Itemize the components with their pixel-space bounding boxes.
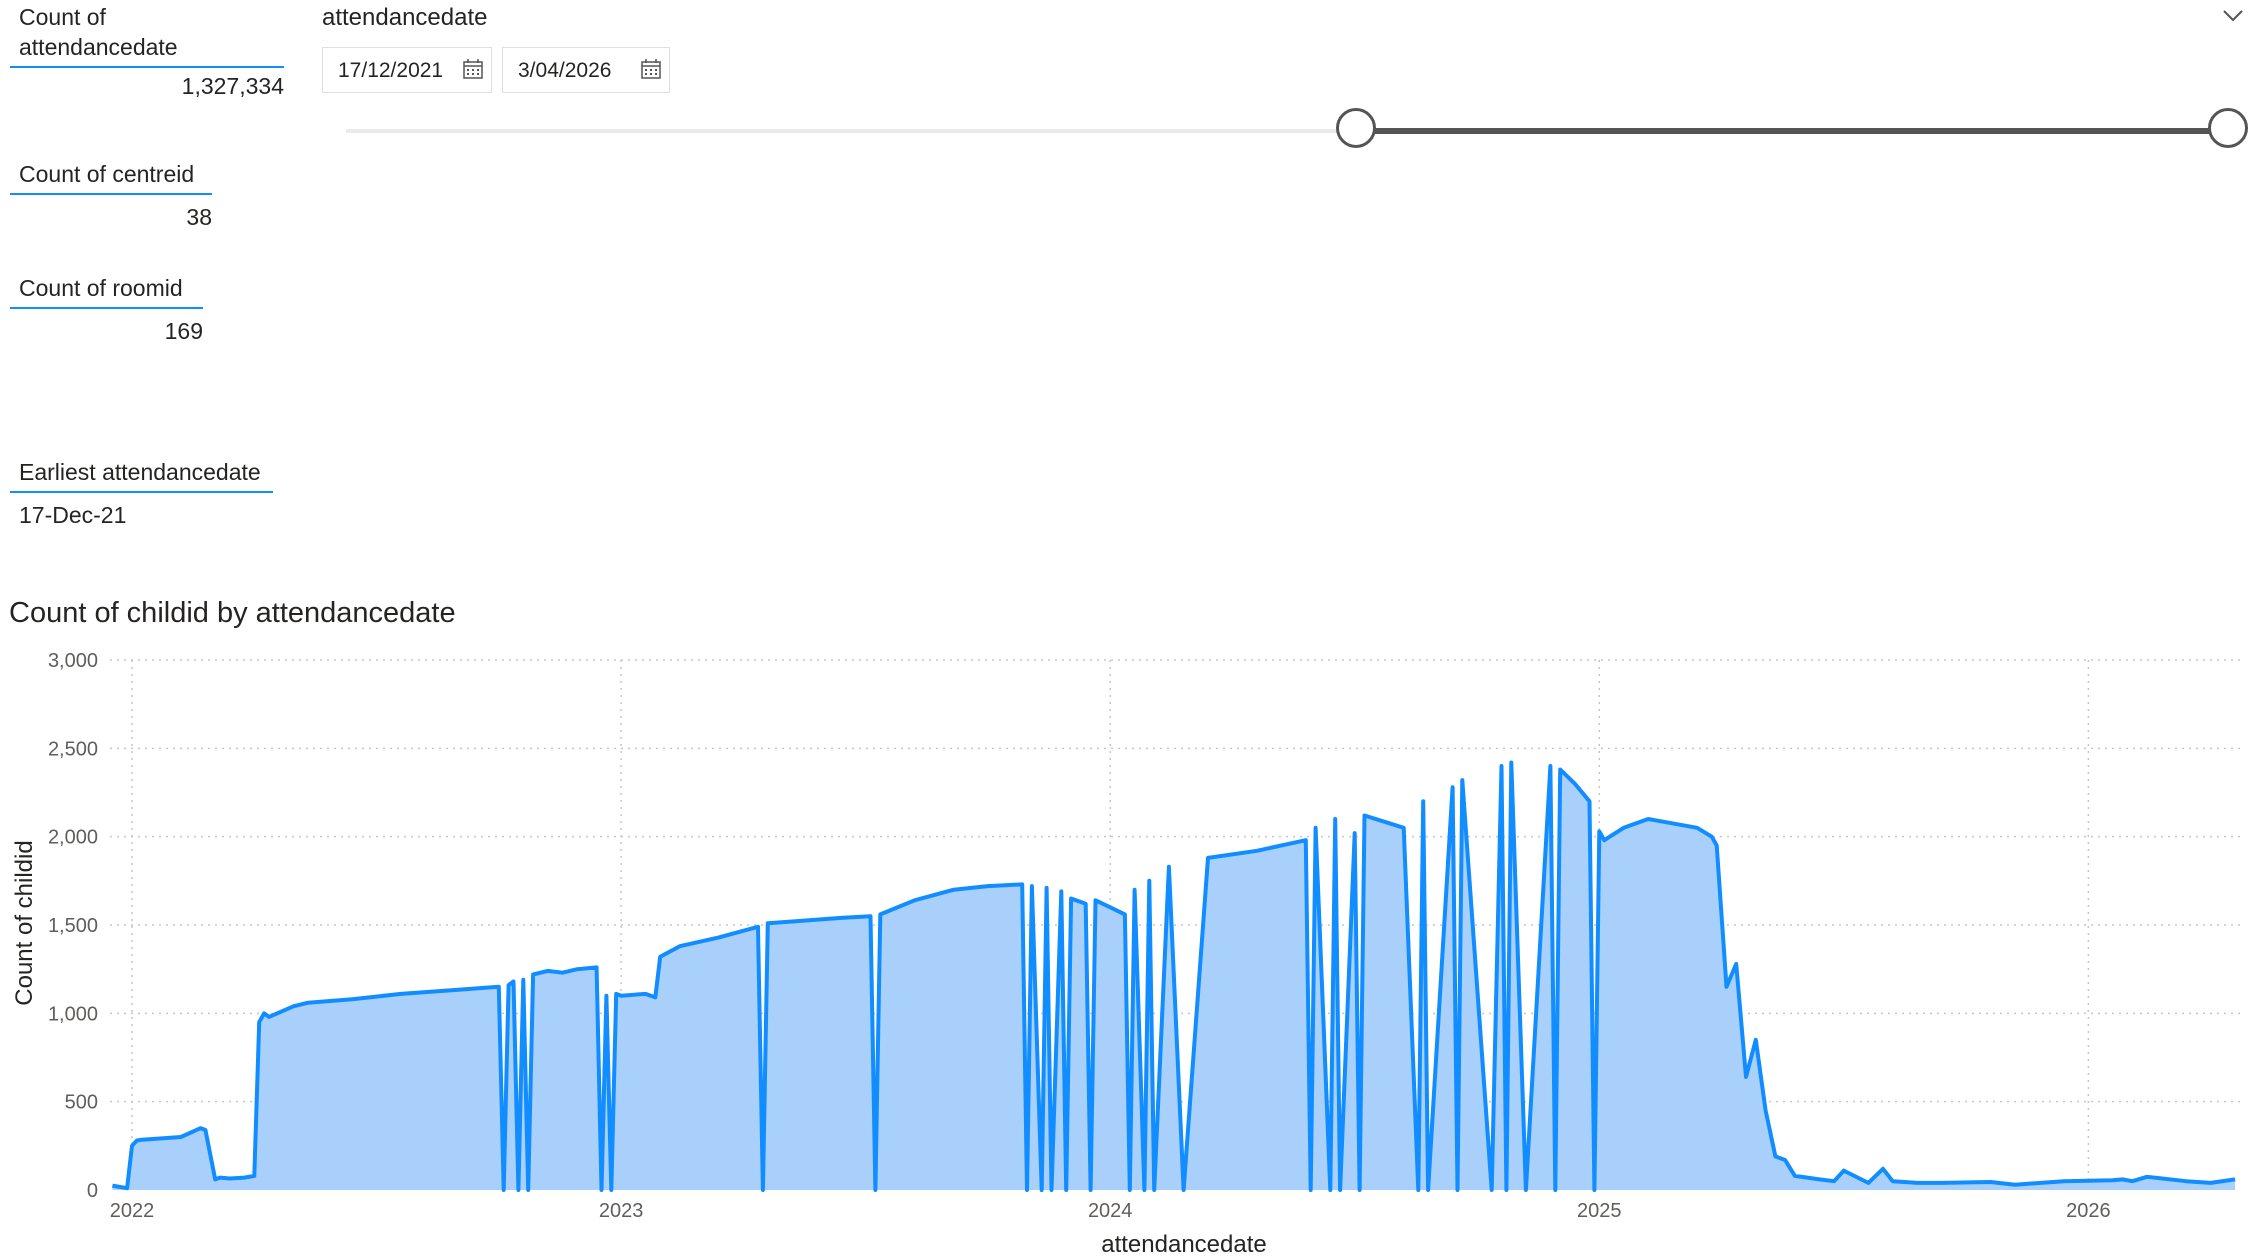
y-tick-label: 3,000 (48, 650, 98, 672)
y-tick-label: 2,500 (48, 738, 98, 760)
x-tick-label: 2022 (110, 1200, 155, 1222)
x-tick-label: 2024 (1088, 1200, 1133, 1222)
y-tick-label: 0 (87, 1180, 98, 1202)
x-tick-label: 2026 (2066, 1200, 2111, 1222)
y-tick-label: 2,000 (48, 827, 98, 849)
x-axis-label: attendancedate (1101, 1231, 1266, 1258)
y-axis-label: Count of childid (11, 840, 38, 1005)
x-tick-label: 2023 (599, 1200, 644, 1222)
y-tick-label: 1,500 (48, 915, 98, 937)
area-chart: 0 500 1,000 1,500 2,000 2,500 3,000 2022 2023 20… (11, 650, 2240, 1258)
x-tick-label: 2025 (1577, 1200, 1622, 1222)
y-tick-label: 500 (65, 1092, 98, 1114)
y-tick-label: 1,000 (48, 1003, 98, 1025)
